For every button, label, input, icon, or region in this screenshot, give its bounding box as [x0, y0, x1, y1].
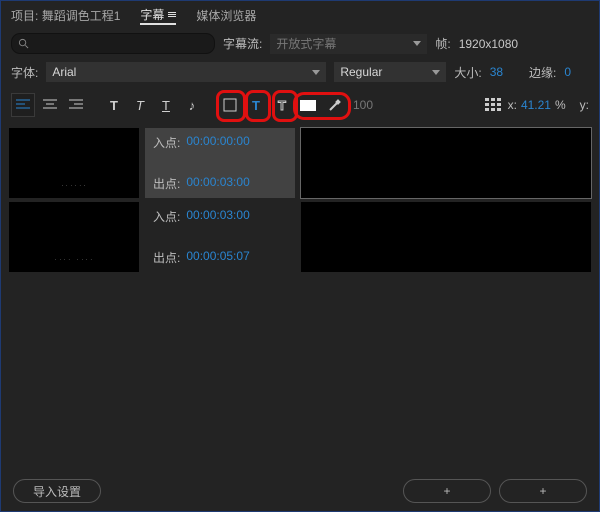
tab-captions-label: 字幕 [140, 6, 164, 23]
tab-project[interactable]: 项目: 舞蹈调色工程1 [11, 7, 120, 24]
size-label: 大小: [454, 64, 481, 81]
out-value[interactable]: 00:00:05:07 [186, 249, 249, 266]
position-grid-button[interactable] [482, 94, 504, 116]
outline-text-button[interactable]: T [271, 94, 293, 116]
in-label: 入点: [153, 208, 180, 225]
bg-box-button[interactable] [219, 94, 241, 116]
panel-menu-icon[interactable] [168, 12, 176, 17]
x-value[interactable]: 41.21 [521, 98, 551, 112]
size-value[interactable]: 38 [490, 65, 503, 79]
font-family-value: Arial [52, 65, 76, 79]
search-field[interactable] [29, 37, 208, 51]
stream-label: 字幕流: [223, 35, 262, 52]
caption-row[interactable]: · · · · · · · · 入点: 00:00:03:00 出点: 00:00:… [9, 202, 591, 272]
frame-value: 1920x1080 [459, 37, 518, 51]
caption-row[interactable]: · · · · · · 入点: 00:00:00:00 出点: 00:00:03:0… [9, 128, 591, 198]
bg-text-button[interactable]: T [245, 94, 267, 116]
out-label: 出点: [153, 249, 180, 266]
x-label: x: [508, 98, 517, 112]
font-style-value: Regular [340, 65, 382, 79]
edge-value[interactable]: 0 [564, 65, 571, 79]
eyedropper-button[interactable] [323, 94, 345, 116]
in-value[interactable]: 00:00:03:00 [186, 208, 249, 225]
search-input[interactable] [11, 33, 215, 54]
italic-button[interactable]: T [129, 94, 151, 116]
thumb-text: · · · · · · · · [55, 257, 93, 262]
caption-preview[interactable] [301, 202, 591, 272]
footer: 导入设置 + + [1, 471, 599, 511]
captions-panel: 项目: 舞蹈调色工程1 字幕 媒体浏览器 字幕流: 开放式字幕 帧: 1920x… [0, 0, 600, 512]
add-caption-button[interactable]: + [403, 479, 491, 503]
in-value[interactable]: 00:00:00:00 [186, 134, 249, 151]
in-label: 入点: [153, 134, 180, 151]
caption-meta: 入点: 00:00:00:00 出点: 00:00:03:00 [145, 128, 295, 198]
y-label: y: [580, 98, 589, 112]
font-label: 字体: [11, 64, 38, 81]
stream-select[interactable]: 开放式字幕 [270, 34, 427, 54]
caption-thumbnail[interactable]: · · · · · · · · [9, 202, 139, 272]
font-row: 字体: Arial Regular 大小: 38 边缘: 0 [1, 58, 599, 86]
frame-label: 帧: [435, 35, 450, 52]
font-family-select[interactable]: Arial [46, 62, 326, 82]
chevron-down-icon [432, 70, 440, 75]
thumb-text: · · · · · · [62, 183, 87, 188]
underline-button[interactable]: T [155, 94, 177, 116]
add-caption-button-2[interactable]: + [499, 479, 587, 503]
tab-captions[interactable]: 字幕 [140, 6, 176, 25]
import-settings-button[interactable]: 导入设置 [13, 479, 101, 503]
out-value[interactable]: 00:00:03:00 [186, 175, 249, 192]
align-left-button[interactable] [11, 93, 35, 117]
caption-list: · · · · · · 入点: 00:00:00:00 出点: 00:00:03:0… [1, 124, 599, 488]
search-row: 字幕流: 开放式字幕 帧: 1920x1080 [1, 29, 599, 58]
align-center-button[interactable] [39, 94, 61, 116]
bold-button[interactable]: T [103, 94, 125, 116]
font-style-select[interactable]: Regular [334, 62, 446, 82]
align-right-button[interactable] [65, 94, 87, 116]
edge-label: 边缘: [529, 64, 556, 81]
caption-thumbnail[interactable]: · · · · · · [9, 128, 139, 198]
music-note-button[interactable]: ♪ [181, 94, 203, 116]
panel-tabs: 项目: 舞蹈调色工程1 字幕 媒体浏览器 [1, 1, 599, 29]
tab-media-browser[interactable]: 媒体浏览器 [196, 7, 256, 24]
chevron-down-icon [312, 70, 320, 75]
toolbar: T T T ♪ T T 100 x: 41.21 % y: [1, 86, 599, 124]
caption-meta: 入点: 00:00:03:00 出点: 00:00:05:07 [145, 202, 295, 272]
stream-value: 开放式字幕 [276, 35, 336, 52]
tab-project-name: 舞蹈调色工程1 [42, 9, 121, 23]
search-icon [18, 38, 29, 49]
out-label: 出点: [153, 175, 180, 192]
tab-project-prefix: 项目: [11, 9, 38, 23]
chevron-down-icon [413, 41, 421, 46]
pct-label: % [555, 98, 566, 112]
fill-color-button[interactable] [297, 94, 319, 116]
opacity-value[interactable]: 100 [349, 98, 373, 112]
caption-preview[interactable] [301, 128, 591, 198]
